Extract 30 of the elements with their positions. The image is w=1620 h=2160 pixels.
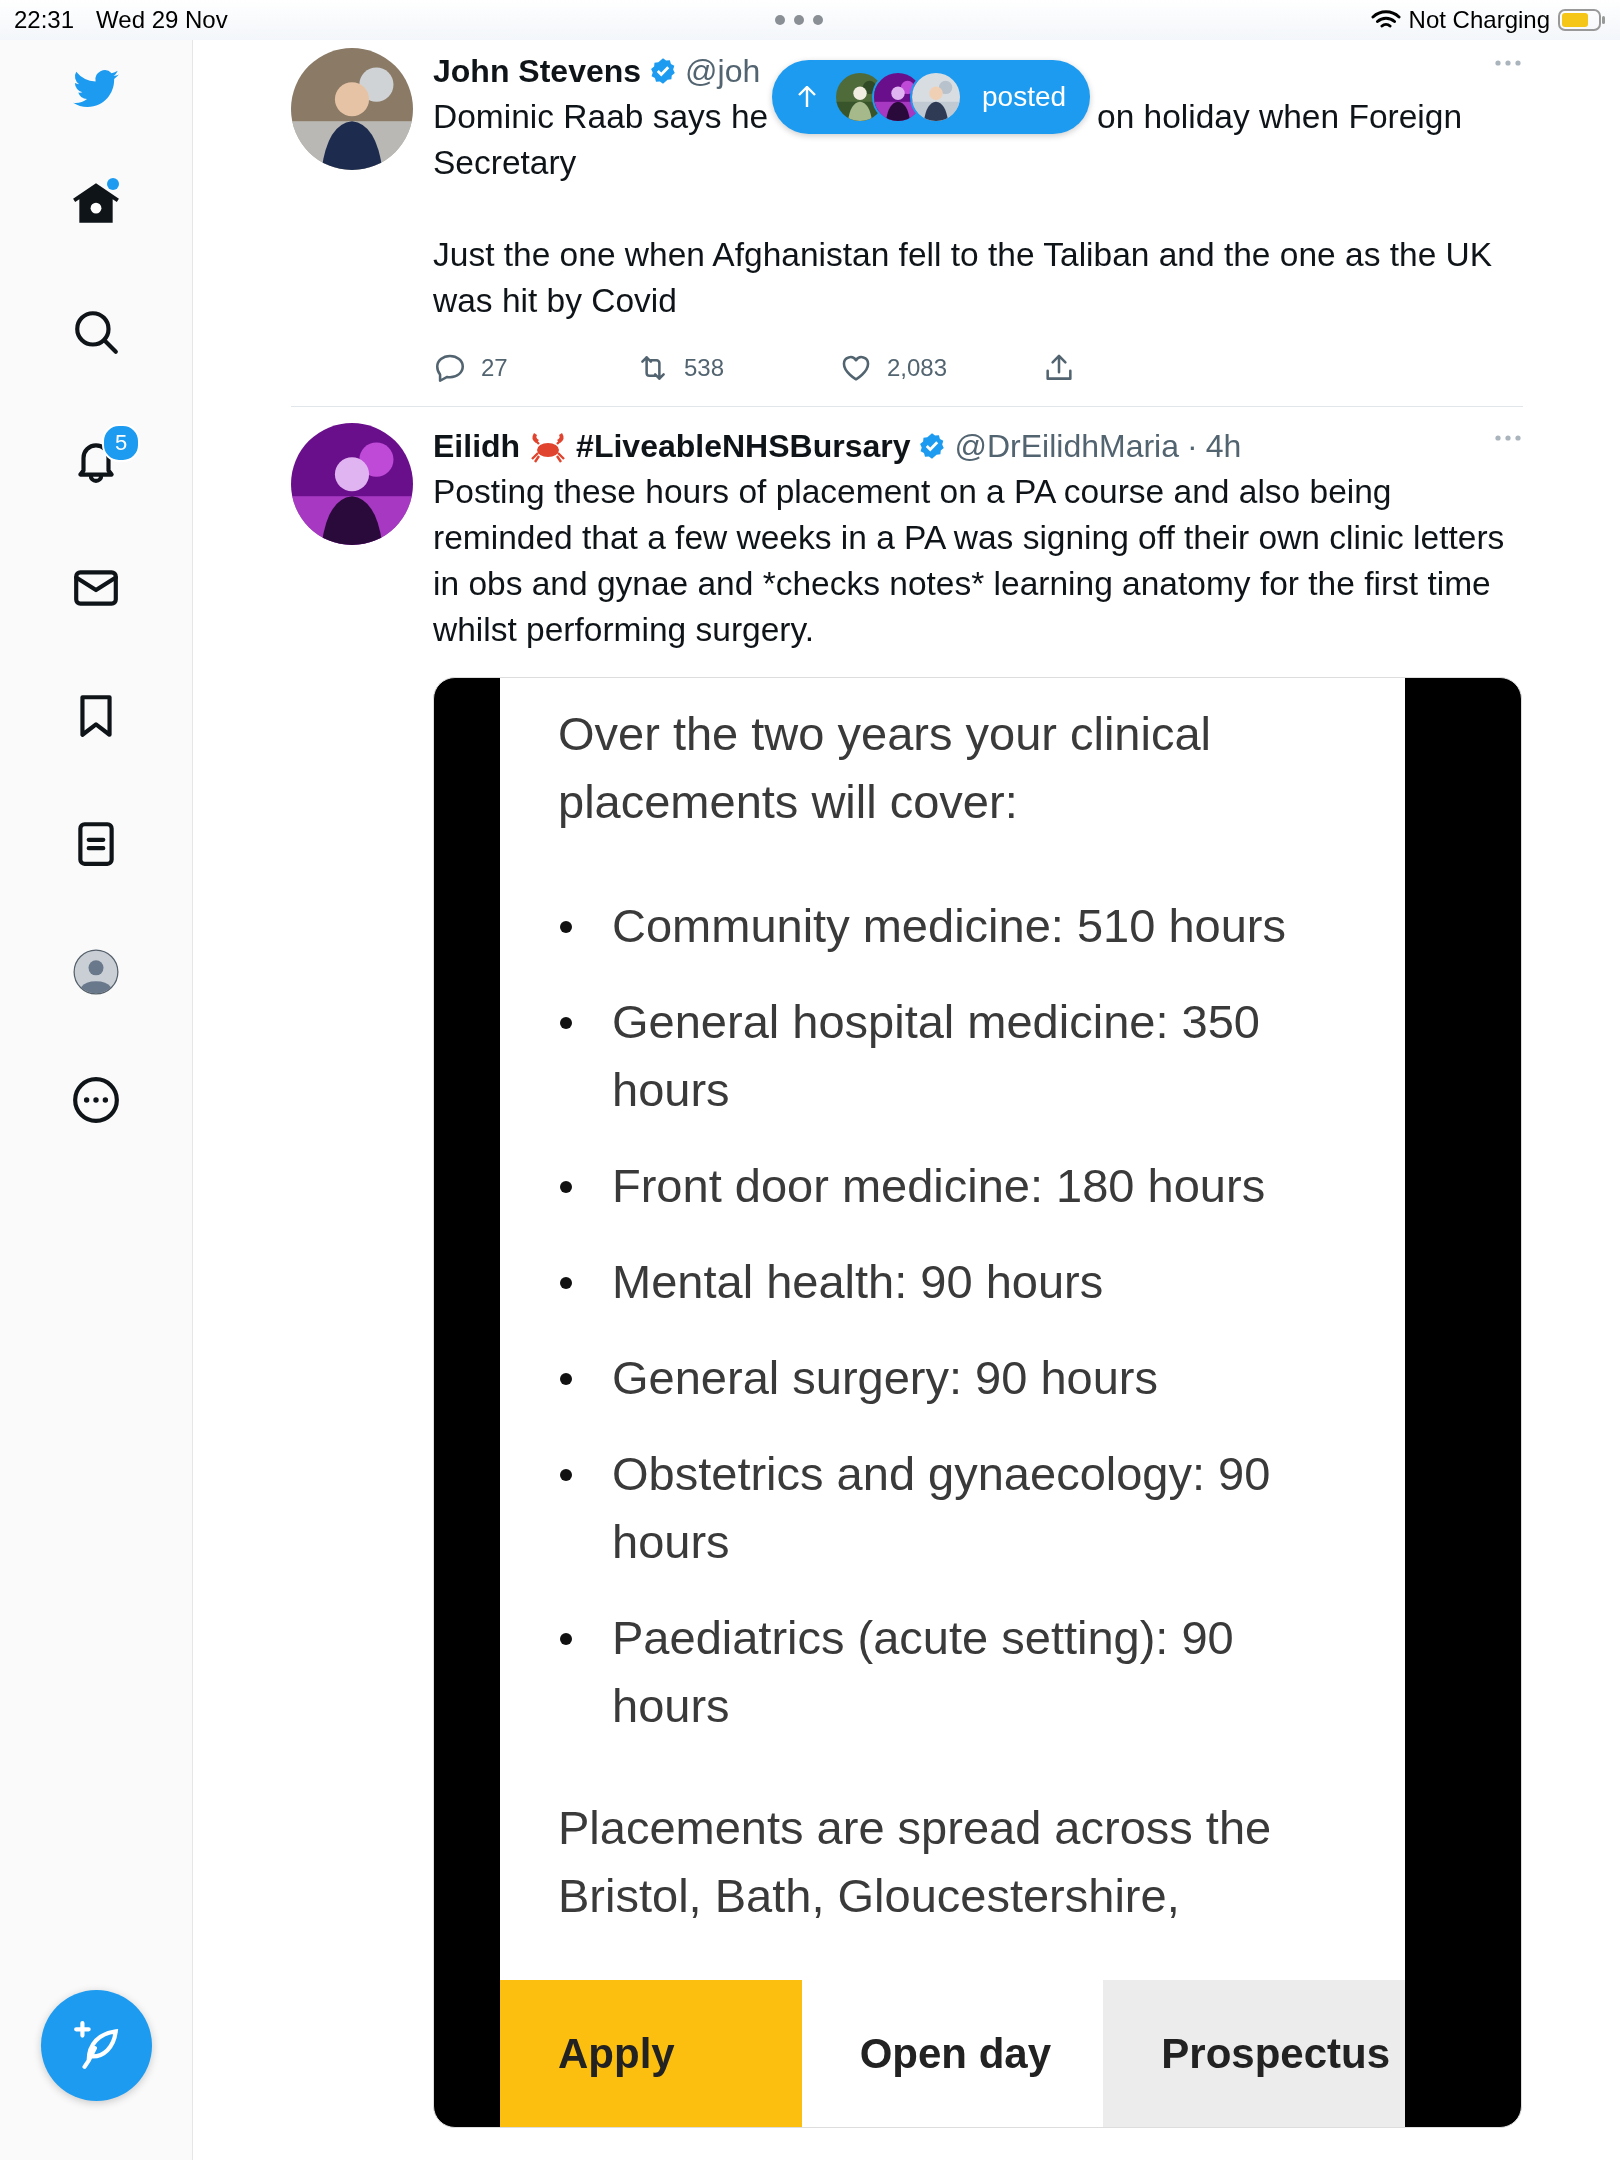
like-button[interactable]: 2,083 bbox=[839, 351, 1042, 385]
page-button[interactable]: Apply bbox=[500, 1980, 802, 2127]
bullet-text: Mental health: 90 hours bbox=[612, 1254, 1105, 1310]
bullet-text: Front door medicine: 180 hours bbox=[612, 1158, 1267, 1214]
bullet-text: General hospital medicine: 350 hours bbox=[612, 994, 1261, 1118]
tweet-time: 4h bbox=[1205, 427, 1242, 465]
retweet-button[interactable]: 538 bbox=[636, 351, 839, 385]
tweet-text: Just the one when Afghanistan fell to the Taliban and the one as the UK was hit by Covid bbox=[433, 235, 1494, 321]
reply-button[interactable]: 27 bbox=[433, 351, 636, 385]
bullet-text: Obstetrics and gynaecology: 90 hours bbox=[612, 1446, 1272, 1570]
author-name: Eilidh bbox=[433, 427, 521, 465]
bullet-text: Paediatrics (acute setting): 90 hours bbox=[612, 1610, 1235, 1734]
author-name: John Stevens bbox=[433, 52, 642, 90]
screenshot-heading: Over the two years your clinical placements will cover: bbox=[558, 706, 1213, 830]
tweet-text: Secretary bbox=[433, 143, 578, 183]
tweet-text: Dominic Raab says he bbox=[433, 97, 769, 137]
tweet-text: on holiday when Foreign bbox=[1097, 97, 1463, 137]
tweet-text: Posting these hours of placement on a PA course and also being reminded that a few weeks in a PA was signing off their own clinic letters in obs and gynae and *checks notes* learning anatomy for the first time whilst performing surgery. bbox=[433, 472, 1506, 650]
separator: · bbox=[1187, 427, 1198, 465]
screenshot-text: Placements are spread across the Bristol, Bath, Gloucestershire, bbox=[558, 1800, 1273, 1924]
author-handle: @joh bbox=[685, 52, 761, 90]
bullet-text: General surgery: 90 hours bbox=[612, 1350, 1159, 1406]
status-date: Wed 29 Nov bbox=[96, 6, 228, 34]
notification-badge: 5 bbox=[102, 424, 140, 462]
author-name: #LiveableNHSBursary bbox=[576, 427, 911, 465]
status-time: 22:31 bbox=[14, 6, 75, 34]
charging-status: Not Charging bbox=[1408, 6, 1550, 34]
bullet-text: Community medicine: 510 hours bbox=[612, 898, 1287, 954]
page-button[interactable]: Prospectus bbox=[1103, 1980, 1405, 2127]
author-handle: @DrEilidhMaria bbox=[954, 427, 1179, 465]
